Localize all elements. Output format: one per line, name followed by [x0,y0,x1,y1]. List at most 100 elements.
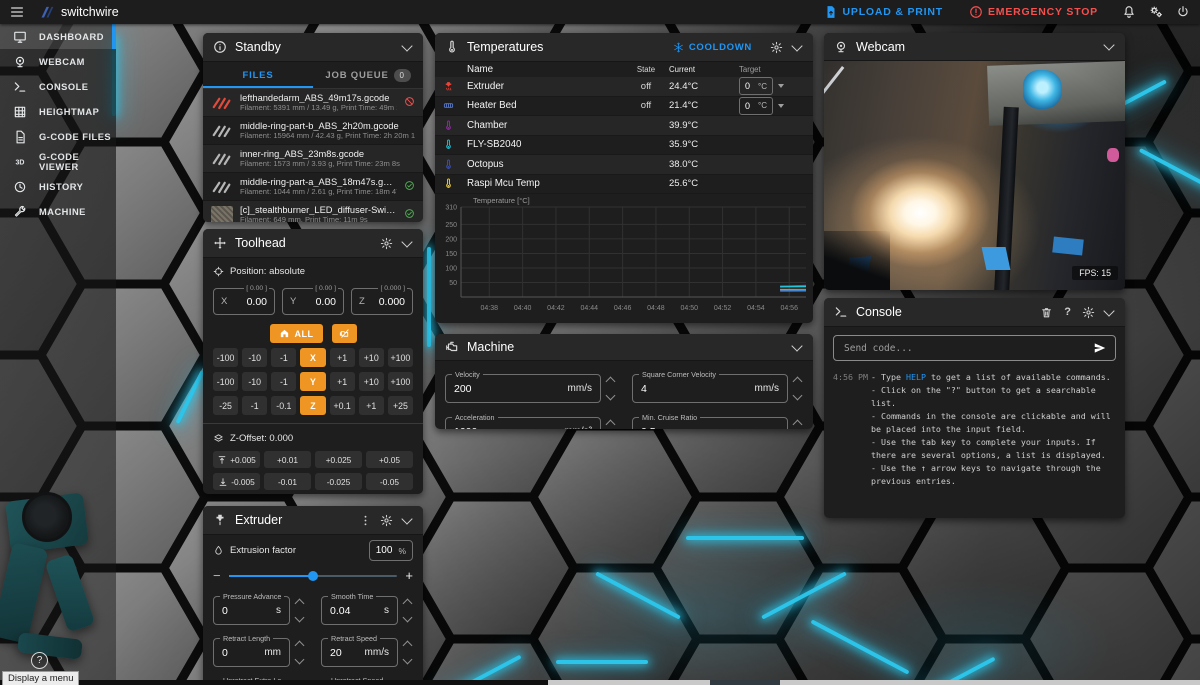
collapse-chevron-icon[interactable] [401,512,413,525]
slider-knob[interactable] [308,571,318,581]
jog-button[interactable]: +100 [387,348,413,367]
collapse-chevron-icon[interactable] [401,235,413,248]
z-offset-button[interactable]: -0.025 [315,473,362,490]
jog-button[interactable]: -100 [213,348,239,367]
interface-settings-cogs-icon[interactable] [1149,5,1163,19]
step-up-icon[interactable] [792,376,803,387]
help-command-link[interactable]: HELP [906,372,926,382]
jog-button[interactable]: -100 [213,372,239,391]
tab-files[interactable]: FILES [203,62,313,88]
power-icon[interactable] [1176,5,1190,19]
clear-console-icon[interactable] [1040,306,1053,319]
step-down-icon[interactable] [792,390,803,401]
step-up-icon[interactable] [402,640,413,651]
jog-axis-x[interactable]: X [300,348,326,367]
preset-dropdown-icon[interactable] [778,103,784,108]
motors-off-button[interactable] [331,324,357,343]
jog-button[interactable]: +1 [358,396,384,415]
command-help-icon[interactable]: ? [1064,306,1071,318]
z-offset-button[interactable]: +0.01 [264,451,311,468]
jog-button[interactable]: -1 [242,396,268,415]
jog-button[interactable]: -10 [242,348,268,367]
sidebar-item-gcode-files[interactable]: G-CODE FILES [0,124,116,149]
sidebar-item-heightmap[interactable]: HEIGHTMAP [0,99,116,124]
notifications-bell-icon[interactable] [1122,5,1136,19]
z-offset-button[interactable]: -0.05 [366,473,413,490]
jog-button[interactable]: +10 [358,372,384,391]
step-up-icon[interactable] [294,598,305,609]
extrusion-factor-slider[interactable] [228,571,398,581]
machine-input[interactable]: Min. Cruise Ratio 0.5 [632,413,788,429]
machine-input[interactable]: Acceleration 1000mm/s² [445,413,601,429]
step-up-icon[interactable] [402,598,413,609]
jog-button[interactable]: -1 [271,348,297,367]
jog-button[interactable]: -0.1 [271,396,297,415]
jog-button[interactable]: +0.1 [329,396,355,415]
sidebar-item-machine[interactable]: MACHINE [0,199,116,224]
step-down-icon[interactable] [605,390,616,401]
position-input-y[interactable]: [ 0.00 ] Y 0.00 [282,284,344,315]
position-input-z[interactable]: [ 0.000 ] Z 0.000 [351,284,413,315]
sidebar-item-webcam[interactable]: WEBCAM [0,49,116,74]
file-row[interactable]: [c]_stealthburner_LED_diffuser-Switchwir… [203,201,423,222]
file-row[interactable]: middle-ring-part-b_ABS_2h20m.gcode Filame… [203,117,423,145]
step-up-icon[interactable] [792,419,803,429]
decrease-button[interactable]: − [213,569,221,582]
extrusion-factor-input[interactable]: 100% [368,540,413,561]
preset-dropdown-icon[interactable] [778,84,784,89]
z-offset-button[interactable]: +0.025 [315,451,362,468]
jog-button[interactable]: -1 [271,372,297,391]
gear-icon[interactable] [770,41,783,54]
increase-button[interactable]: + [405,569,413,582]
emergency-stop-button[interactable]: EMERGENCY STOP [969,5,1098,19]
gear-icon[interactable] [1082,306,1095,319]
jog-button[interactable]: +1 [329,348,355,367]
temperature-row-heater-bed[interactable]: Heater Bed off 21.4°C 0 °C [435,96,813,116]
menu-icon[interactable] [9,4,25,20]
z-offset-button[interactable]: -0.005 [213,473,260,490]
extruder-input[interactable]: Retract Speed 20 mm/s [321,634,398,667]
sidebar-item-gcode-viewer[interactable]: 3D G-CODE VIEWER [0,149,116,174]
step-down-icon[interactable] [294,612,305,623]
step-down-icon[interactable] [402,612,413,623]
home-all-button[interactable]: ALL [269,324,323,343]
jog-button[interactable]: +1 [329,372,355,391]
step-down-icon[interactable] [294,654,305,665]
temperature-row-raspi-mcu-temp[interactable]: Raspi Mcu Temp 25.6°C [435,175,813,194]
extruder-input[interactable]: Retract Length 0 mm [213,634,290,667]
jog-button[interactable]: -25 [213,396,239,415]
collapse-chevron-icon[interactable] [791,339,803,352]
machine-input[interactable]: Square Corner Velocity 4 mm/s [632,370,788,403]
jog-axis-y[interactable]: Y [300,372,326,391]
gear-icon[interactable] [380,514,393,527]
machine-input[interactable]: Velocity 200 mm/s [445,370,601,403]
jog-button[interactable]: +100 [387,372,413,391]
jog-axis-z[interactable]: Z [300,396,326,415]
extruder-input[interactable]: Pressure Advance 0 s [213,592,290,625]
z-offset-button[interactable]: -0.01 [264,473,311,490]
step-up-icon[interactable] [605,376,616,387]
extruder-input[interactable]: Smooth Time 0.04 s [321,592,398,625]
tab-job-queue[interactable]: JOB QUEUE 0 [313,62,423,88]
z-offset-button[interactable]: +0.005 [213,451,260,468]
position-input-x[interactable]: [ 0.00 ] X 0.00 [213,284,275,315]
kebab-menu-icon[interactable] [359,514,372,527]
sidebar-item-history[interactable]: HISTORY [0,174,116,199]
step-up-icon[interactable] [294,640,305,651]
file-row[interactable]: middle-ring-part-a_ABS_18m47s.gcode Filam… [203,173,423,201]
collapse-chevron-icon[interactable] [791,39,803,52]
file-row[interactable]: lefthandedarm_ABS_49m17s.gcode Filament: … [203,89,423,117]
console-input[interactable] [842,341,1085,355]
cooldown-button[interactable]: COOLDOWN [673,42,752,53]
send-icon[interactable] [1093,341,1107,355]
z-offset-button[interactable]: +0.05 [366,451,413,468]
temperature-row-extruder[interactable]: Extruder off 24.4°C 0 °C [435,77,813,97]
file-row[interactable]: inner-ring_ABS_23m8s.gcode Filament: 1573… [203,145,423,173]
collapse-chevron-icon[interactable] [401,39,413,52]
target-temp-input[interactable]: 0 °C [739,96,773,115]
target-temp-input[interactable]: 0 °C [739,77,773,96]
collapse-chevron-icon[interactable] [1103,304,1115,317]
temperature-row-octopus[interactable]: Octopus 38.0°C [435,155,813,175]
collapse-chevron-icon[interactable] [1103,39,1115,51]
upload-print-button[interactable]: UPLOAD & PRINT [824,5,943,19]
